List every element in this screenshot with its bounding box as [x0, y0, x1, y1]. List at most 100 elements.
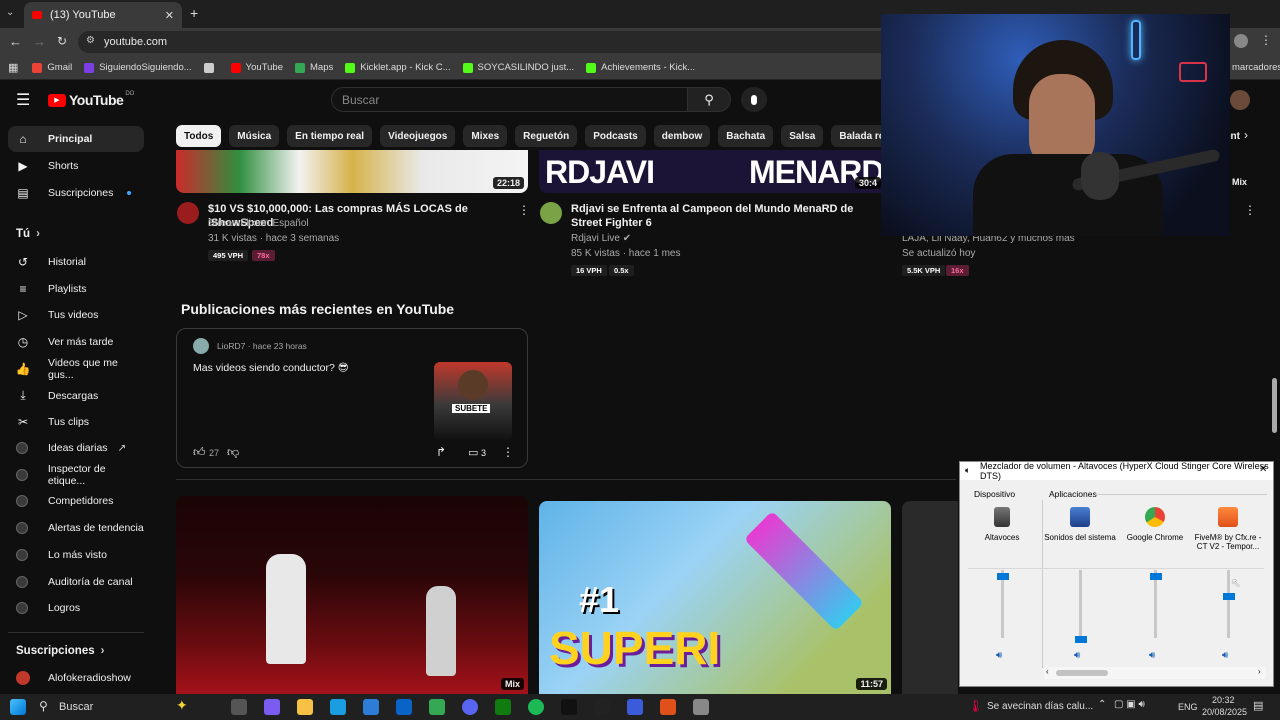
chip[interactable]: En tiempo real	[287, 125, 373, 147]
volume-slider-thumb[interactable]	[1223, 593, 1235, 601]
mixer-close-icon[interactable]: ✕	[1259, 464, 1267, 475]
channel-avatar[interactable]	[540, 202, 562, 224]
subscription-item[interactable]: Alofokeradioshow	[8, 665, 144, 691]
new-tab-button[interactable]: +	[190, 5, 198, 21]
more-options-icon[interactable]: ⋮	[502, 445, 514, 459]
chips-next-icon[interactable]: ›	[1244, 128, 1248, 142]
chip[interactable]: Mixes	[463, 125, 508, 147]
sidebar-item[interactable]: ≡ Playlists	[8, 276, 144, 302]
taskbar-search-icon[interactable]: ⚲	[39, 699, 48, 713]
profile-icon[interactable]	[1234, 34, 1248, 48]
app-icon[interactable]	[627, 699, 643, 715]
bookmark-item[interactable]: SiguiendoSiguiendo...	[84, 62, 192, 73]
account-avatar[interactable]	[1230, 90, 1250, 110]
sidebar-tool-item[interactable]: Lo más visto	[8, 542, 144, 568]
sidebar-tool-item[interactable]: Inspector de etique...	[8, 462, 144, 488]
video-title[interactable]: Rdjavi se Enfrenta al Campeon del Mundo …	[571, 202, 871, 230]
sidebar-tool-item[interactable]: Alertas de tendencia	[8, 515, 144, 541]
chip[interactable]: Todos	[176, 125, 222, 147]
subscriptions-section-heading[interactable]: Suscripciones ›	[16, 645, 104, 657]
file-explorer-icon[interactable]	[297, 699, 313, 715]
task-view-icon[interactable]	[231, 699, 247, 715]
bookmark-item[interactable]: SOYCASILINDO just...	[462, 62, 574, 73]
mixer-hscrollbar[interactable]: ‹ ›	[1044, 667, 1266, 679]
menu-icon[interactable]: ⋮	[1260, 33, 1272, 47]
mute-toggle-icon[interactable]: 🔊︎	[1149, 650, 1155, 661]
sidebar-item[interactable]: ▷ Tus videos	[8, 302, 144, 328]
post-author-avatar[interactable]	[193, 338, 209, 354]
search-input[interactable]: Buscar	[331, 87, 688, 112]
url-bar[interactable]: ⚙ youtube.com	[78, 31, 898, 53]
bookmark-item[interactable]	[203, 62, 219, 73]
more-options-icon[interactable]: ⋮	[1244, 203, 1256, 217]
scroll-right-icon[interactable]: ›	[1258, 667, 1261, 676]
all-bookmarks-label[interactable]: marcadores	[1232, 62, 1280, 73]
clock-date[interactable]: 20/08/2025	[1202, 707, 1247, 717]
sidebar-item[interactable]: ▶ Shorts	[8, 153, 144, 179]
sidebar-item[interactable]: ◷ Ver más tarde	[8, 329, 144, 355]
fivem-icon[interactable]	[1218, 507, 1238, 527]
back-icon[interactable]: ←	[9, 34, 22, 49]
language-indicator[interactable]: ENG	[1178, 702, 1198, 712]
chip[interactable]: Salsa	[781, 125, 824, 147]
like-icon[interactable]: 👍︎	[193, 445, 206, 460]
chip[interactable]: Podcasts	[585, 125, 646, 147]
weather-icon[interactable]: 🌡︎	[968, 699, 983, 713]
sidebar-item[interactable]: ▤ Suscripciones	[8, 180, 144, 206]
channel-name[interactable]: Rdjavi Live ✔	[571, 233, 631, 244]
apps-grid-icon[interactable]: ▦	[8, 61, 18, 74]
tiktok-icon[interactable]	[561, 699, 577, 715]
comments-icon[interactable]: ▭	[468, 446, 478, 459]
bookmark-item[interactable]: Gmail	[32, 62, 72, 73]
tray-icons[interactable]: ▢ ▣ 🔊︎	[1114, 699, 1145, 710]
sidebar-tool-item[interactable]: Logros	[8, 595, 144, 621]
fivem-icon[interactable]	[660, 699, 676, 715]
system-sounds-icon[interactable]	[1070, 507, 1090, 527]
tab-search-icon[interactable]: ⌄	[6, 7, 14, 18]
discord-icon[interactable]	[462, 699, 478, 715]
chip[interactable]: Videojuegos	[380, 125, 456, 147]
site-info-icon[interactable]: ⚙	[86, 35, 95, 46]
notifications-icon[interactable]: ▤	[1253, 699, 1263, 712]
chip[interactable]: Reguetón	[515, 125, 578, 147]
spotify-icon[interactable]	[528, 699, 544, 715]
post-image[interactable]: SUBETE	[434, 362, 512, 440]
dislike-icon[interactable]: 👎︎	[227, 445, 239, 460]
sidebar-item[interactable]: ✂ Tus clips	[8, 409, 144, 435]
forward-icon[interactable]: →	[33, 34, 46, 49]
mixer-scroll-thumb[interactable]	[1056, 670, 1108, 676]
hamburger-menu-icon[interactable]: ☰	[16, 90, 30, 110]
volume-slider-track[interactable]	[1227, 570, 1230, 638]
chip[interactable]: dembow	[653, 125, 711, 147]
edge-icon[interactable]	[330, 699, 346, 715]
xbox-icon[interactable]	[495, 699, 511, 715]
volume-slider-thumb[interactable]	[1150, 573, 1162, 581]
bookmark-item[interactable]: Maps	[295, 62, 333, 73]
app-icon[interactable]	[693, 699, 709, 715]
channel-name[interactable]: StreamFlix en Español	[208, 218, 309, 229]
sidebar-tool-item[interactable]: Ideas diarias ↗	[8, 435, 144, 461]
bookmark-item[interactable]: Kicklet.app - Kick C...	[345, 62, 451, 73]
clock-time[interactable]: 20:32	[1212, 695, 1235, 705]
scroll-left-icon[interactable]: ‹	[1046, 667, 1049, 676]
sidebar-item[interactable]: ↺ Historial	[8, 249, 144, 275]
tray-chevron-icon[interactable]: ⌃	[1098, 699, 1106, 710]
taskbar-notification[interactable]: Se avecinan días calu...	[987, 701, 1093, 712]
more-options-icon[interactable]: ⋮	[518, 203, 530, 217]
close-tab-icon[interactable]: ✕	[165, 9, 174, 22]
share-icon[interactable]: ↱	[436, 445, 446, 459]
volume-slider-thumb[interactable]	[997, 573, 1009, 581]
browser-tab-youtube[interactable]: (13) YouTube ✕	[24, 2, 182, 28]
reload-icon[interactable]: ↻	[57, 34, 67, 48]
sidebar-item[interactable]: ⌂ Principal	[8, 126, 144, 152]
capcut-icon[interactable]	[594, 699, 610, 715]
volume-slider-thumb[interactable]	[1075, 636, 1087, 643]
windows-start-icon[interactable]	[10, 699, 26, 715]
you-section-heading[interactable]: Tú ›	[16, 228, 40, 240]
mute-toggle-icon[interactable]: 🔊︎	[996, 650, 1002, 661]
video-thumbnail-6[interactable]	[902, 501, 958, 694]
volume-slider-track[interactable]	[1079, 570, 1082, 638]
chrome-icon[interactable]	[1145, 507, 1165, 527]
sidebar-tool-item[interactable]: Competidores	[8, 488, 144, 514]
voice-search-button[interactable]	[741, 87, 767, 112]
